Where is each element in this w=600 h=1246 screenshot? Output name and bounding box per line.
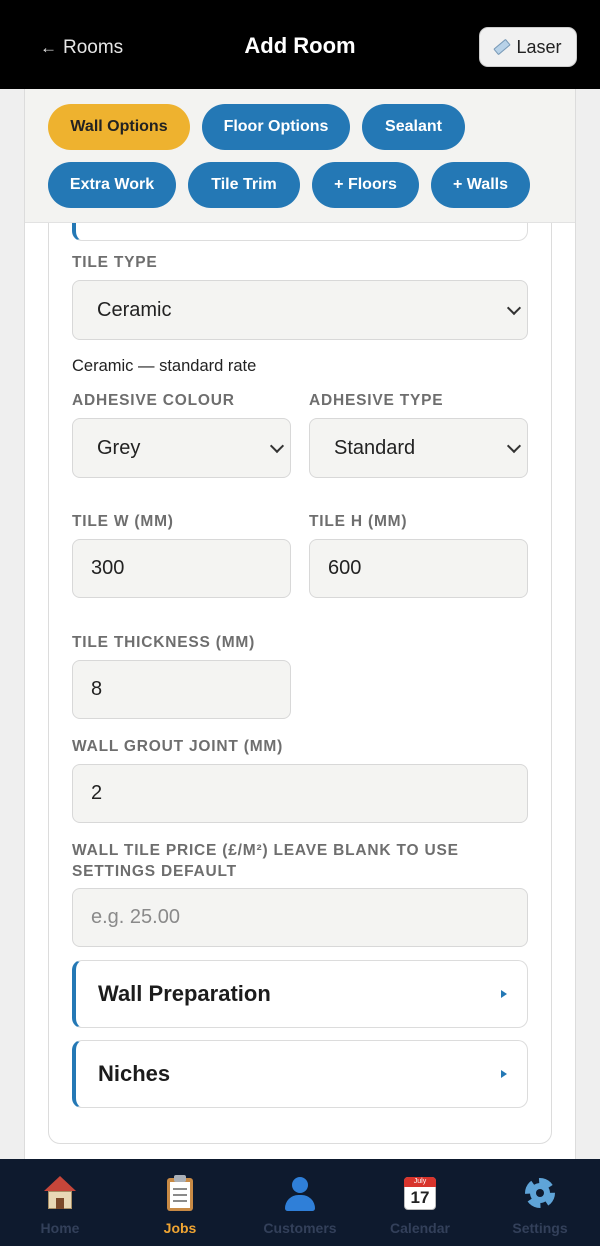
bottom-tab-bar: Home Jobs Customers July 17 Calendar Set… [0,1159,600,1246]
chip-add-floors[interactable]: + Floors [312,162,419,208]
tile-type-value: Ceramic [97,298,172,321]
gear-icon [521,1174,559,1212]
adhesive-type-value: Standard [334,436,416,459]
tab-label: Jobs [163,1220,197,1236]
calendar-day: 17 [410,1188,430,1207]
panel-divider [575,89,576,1159]
tab-calendar[interactable]: July 17 Calendar [360,1159,480,1246]
wall-tile-price-label: WALL TILE PRICE (£/M²) LEAVE BLANK TO US… [72,842,459,859]
adhesive-colour-value: Grey [97,436,141,459]
chevron-down-icon [506,300,522,316]
calendar-icon: July 17 [401,1174,439,1212]
adhesive-type-select[interactable]: Standard [309,418,528,478]
tab-customers[interactable]: Customers [240,1159,360,1246]
adhesive-colour-select[interactable]: Grey [72,418,291,478]
back-arrow-icon: ← [40,38,57,57]
top-bar: ← Rooms Add Room Laser [0,0,600,89]
tile-w-label: TILE W (MM) [72,513,174,530]
chip-wall-options[interactable]: Wall Options [48,104,190,150]
wall-preparation-section[interactable]: Wall Preparation [72,960,528,1028]
ruler-icon [493,38,512,56]
laser-label: Laser [516,36,562,57]
user-icon [281,1174,319,1212]
chip-extra-work[interactable]: Extra Work [48,162,176,208]
back-button[interactable]: ← Rooms [40,37,123,59]
tab-settings[interactable]: Settings [480,1159,600,1246]
wall-tile-price-label-line2: SETTINGS DEFAULT [72,863,237,880]
tab-label: Home [40,1220,80,1236]
tile-thickness-label: TILE THICKNESS (MM) [72,634,256,651]
options-chip-bar: Wall Options Floor Options Sealant Extra… [25,89,575,223]
panel-divider [24,89,25,1159]
wall-tile-price-input[interactable]: e.g. 25.00 [72,888,528,947]
chip-floor-options[interactable]: Floor Options [202,104,350,150]
tab-jobs[interactable]: Jobs [120,1159,240,1246]
tab-label: Customers [263,1220,337,1236]
tile-h-label: TILE H (MM) [309,513,408,530]
tile-type-note: Ceramic — standard rate [72,357,257,375]
tile-thickness-input[interactable]: 8 [72,660,291,719]
house-icon [41,1174,79,1212]
wall-grout-joint-input[interactable]: 2 [72,764,528,823]
chip-sealant[interactable]: Sealant [362,104,465,150]
tile-type-select[interactable]: Ceramic [72,280,528,340]
tile-type-label: TILE TYPE [72,254,158,271]
wall-grout-joint-label: WALL GROUT JOINT (MM) [72,738,284,755]
section-title: Niches [98,1061,171,1086]
chevron-down-icon [269,438,285,454]
adhesive-colour-label: ADHESIVE COLOUR [72,392,235,409]
chevron-down-icon [506,438,522,454]
back-label: Rooms [63,37,124,58]
clipboard-icon [161,1174,199,1212]
chip-tile-trim[interactable]: Tile Trim [188,162,300,208]
tile-h-input[interactable]: 600 [309,539,528,598]
section-title: Wall Preparation [98,981,271,1006]
tile-w-input[interactable]: 300 [72,539,291,598]
laser-button[interactable]: Laser [479,27,577,67]
chip-add-walls[interactable]: + Walls [431,162,530,208]
tab-home[interactable]: Home [0,1159,120,1246]
expand-arrow-icon [501,990,507,998]
adhesive-type-label: ADHESIVE TYPE [309,392,444,409]
tab-label: Settings [512,1220,568,1236]
expand-arrow-icon [501,1070,507,1078]
niches-section[interactable]: Niches [72,1040,528,1108]
calendar-month: July [404,1177,436,1187]
tab-label: Calendar [390,1220,450,1236]
